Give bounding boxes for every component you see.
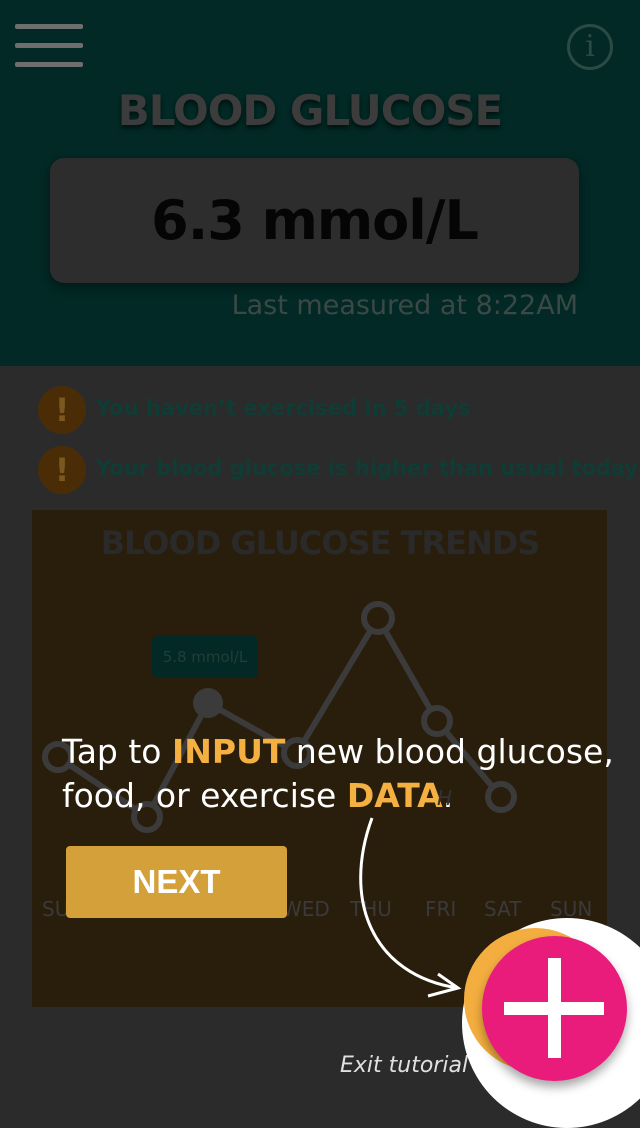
tutorial-message: Tap to INPUT new blood glucose, food, or… (62, 730, 632, 818)
header: i BLOOD GLUCOSE 6.3 mmol/L Last measured… (0, 0, 640, 366)
hamburger-menu-icon[interactable] (15, 24, 83, 67)
highlight-text: INPUT (171, 732, 286, 771)
glucose-reading: 6.3 mmol/L (151, 189, 479, 252)
tutorial-text: Tap to (62, 732, 172, 771)
tutorial-text: new blood glucose, (285, 732, 614, 771)
last-measured-text: Last measured at 8:22AM (231, 290, 578, 321)
exclamation-icon: ! (38, 446, 86, 494)
trends-title: BLOOD GLUCOSE TRENDS (100, 524, 541, 562)
tutorial-text: food, or exercise (62, 776, 347, 815)
day-label: WED (282, 897, 330, 921)
alert-text: Your blood glucose is higher than usual … (96, 456, 639, 480)
highlight-text: DATA (346, 776, 443, 815)
day-label-fragment: H (437, 786, 453, 810)
next-button[interactable]: NEXT (66, 846, 287, 918)
day-label: FRI (425, 897, 457, 921)
exit-tutorial-link[interactable]: Exit tutorial (340, 1053, 468, 1078)
exclamation-icon: ! (38, 386, 86, 434)
info-icon[interactable]: i (567, 24, 613, 70)
day-label: SAT (484, 897, 522, 921)
day-label: THU (350, 897, 392, 921)
page-title: BLOOD GLUCOSE (117, 86, 503, 135)
reading-card: 6.3 mmol/L (50, 158, 579, 283)
value-tooltip: 5.8 mmol/L (152, 636, 258, 678)
add-data-button[interactable] (482, 936, 627, 1081)
alert-text: You haven’t exercised in 5 days (96, 396, 471, 420)
